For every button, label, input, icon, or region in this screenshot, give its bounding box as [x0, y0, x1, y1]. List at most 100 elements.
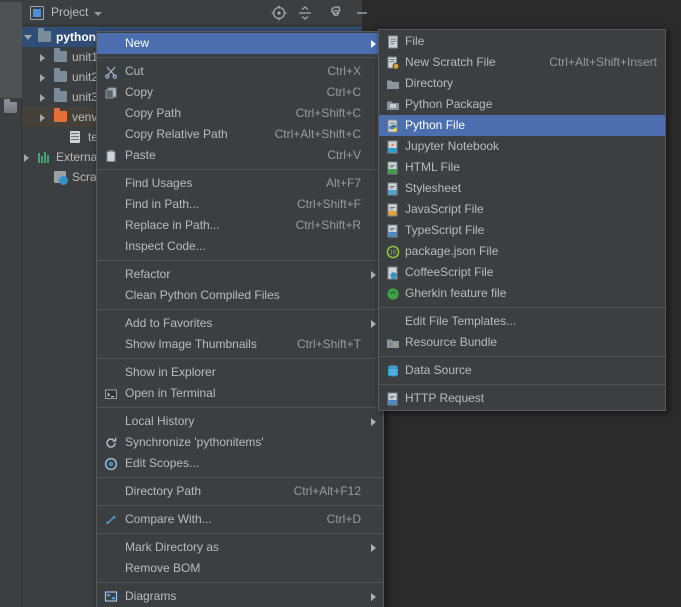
new-submenu[interactable]: FileNew Scratch FileCtrl+Alt+Shift+Inser… — [378, 29, 666, 411]
python-file-icon — [386, 119, 400, 133]
file-icon — [70, 131, 80, 143]
menu-item[interactable]: Show in Explorer — [97, 362, 383, 383]
menu-item[interactable]: HTML File — [379, 157, 665, 178]
menu-item-label: Synchronize 'pythonitems' — [125, 435, 264, 449]
menu-item[interactable]: CopyCtrl+C — [97, 82, 383, 103]
directory-icon — [386, 77, 400, 91]
menu-item[interactable]: Edit File Templates... — [379, 311, 665, 332]
menu-item-label: Copy Relative Path — [125, 127, 228, 141]
menu-item-shortcut: Ctrl+X — [327, 61, 361, 82]
tree-item-label: unit3 — [72, 87, 98, 107]
menu-item[interactable]: Edit Scopes... — [97, 453, 383, 474]
chevron-right-icon[interactable] — [40, 114, 45, 122]
coffee-icon — [386, 266, 400, 280]
css-icon — [386, 182, 400, 196]
menu-item[interactable]: Compare With...Ctrl+D — [97, 509, 383, 530]
menu-item[interactable]: New — [97, 33, 383, 54]
menu-item-label: Copy Path — [125, 106, 181, 120]
menu-item[interactable]: Add to Favorites — [97, 313, 383, 334]
menu-item[interactable]: Jupyter Notebook — [379, 136, 665, 157]
menu-item-label: Python File — [405, 118, 465, 132]
menu-item[interactable]: Find in Path...Ctrl+Shift+F — [97, 194, 383, 215]
chevron-right-icon[interactable] — [40, 74, 45, 82]
menu-item[interactable]: Show Image ThumbnailsCtrl+Shift+T — [97, 334, 383, 355]
menu-item-label: Find Usages — [125, 176, 192, 190]
menu-item[interactable]: Remove BOM — [97, 558, 383, 579]
menu-item[interactable]: Synchronize 'pythonitems' — [97, 432, 383, 453]
menu-item[interactable]: Refactor — [97, 264, 383, 285]
menu-item[interactable]: Python File — [379, 115, 665, 136]
menu-separator — [97, 260, 383, 261]
menu-item[interactable]: TypeScript File — [379, 220, 665, 241]
menu-item-label: Python Package — [405, 97, 492, 111]
menu-item[interactable]: HTTP Request — [379, 388, 665, 409]
menu-item[interactable]: CoffeeScript File — [379, 262, 665, 283]
menu-item-label: Data Source — [405, 363, 472, 377]
minimize-icon[interactable] — [353, 4, 371, 22]
menu-item-label: Copy — [125, 85, 153, 99]
menu-item-label: CoffeeScript File — [405, 265, 493, 279]
chevron-down-icon[interactable] — [24, 35, 32, 40]
menu-item-label: Add to Favorites — [125, 316, 212, 330]
menu-separator — [97, 407, 383, 408]
menu-item[interactable]: New Scratch FileCtrl+Alt+Shift+Insert — [379, 52, 665, 73]
html-icon — [386, 161, 400, 175]
menu-item-shortcut: Ctrl+Alt+Shift+Insert — [549, 52, 657, 73]
tree-item-label: unit1 — [72, 47, 98, 67]
collapse-all-icon[interactable] — [296, 4, 314, 22]
chevron-right-icon[interactable] — [24, 154, 29, 162]
menu-item[interactable]: File — [379, 31, 665, 52]
menu-item-shortcut: Ctrl+Alt+Shift+C — [275, 124, 361, 145]
menu-item[interactable]: Python Package — [379, 94, 665, 115]
menu-item[interactable]: Copy Relative Path Ctrl+Alt+Shift+C — [97, 124, 383, 145]
bundle-icon — [386, 336, 400, 350]
http-icon — [386, 392, 400, 406]
menu-item-label: Edit File Templates... — [405, 314, 516, 328]
menu-item-label: Jupyter Notebook — [405, 139, 499, 153]
menu-item[interactable]: Resource Bundle — [379, 332, 665, 353]
menu-item-label: Remove BOM — [125, 561, 200, 575]
structure-icon[interactable] — [4, 102, 17, 113]
menu-item[interactable]: Diagrams — [97, 586, 383, 607]
locate-icon[interactable] — [270, 4, 288, 22]
menu-separator — [379, 307, 665, 308]
menu-item[interactable]: Replace in Path...Ctrl+Shift+R — [97, 215, 383, 236]
menu-separator — [97, 582, 383, 583]
submenu-arrow-icon — [371, 418, 376, 426]
submenu-arrow-icon — [371, 593, 376, 601]
menu-item[interactable]: JSpackage.json File — [379, 241, 665, 262]
menu-item-label: Gherkin feature file — [405, 286, 506, 300]
menu-item[interactable]: Directory PathCtrl+Alt+F12 — [97, 481, 383, 502]
menu-item[interactable]: Copy PathCtrl+Shift+C — [97, 103, 383, 124]
menu-item[interactable]: Local History — [97, 411, 383, 432]
menu-item[interactable]: JavaScript File — [379, 199, 665, 220]
menu-item[interactable]: Find UsagesAlt+F7 — [97, 173, 383, 194]
gear-icon[interactable] — [327, 4, 345, 22]
chevron-down-icon[interactable] — [94, 12, 102, 16]
menu-item[interactable]: Directory — [379, 73, 665, 94]
menu-item[interactable]: Open in Terminal — [97, 383, 383, 404]
menu-item[interactable]: Inspect Code... — [97, 236, 383, 257]
js-icon — [386, 203, 400, 217]
pycharm-window: 1: Project Project — [0, 0, 681, 607]
menu-item[interactable]: Mark Directory as — [97, 537, 383, 558]
chevron-right-icon[interactable] — [40, 94, 45, 102]
menu-item-label: Directory Path — [125, 484, 201, 498]
menu-item[interactable]: CutCtrl+X — [97, 61, 383, 82]
chevron-right-icon[interactable] — [40, 54, 45, 62]
menu-item[interactable]: PasteCtrl+V — [97, 145, 383, 166]
menu-item[interactable]: Data Source — [379, 360, 665, 381]
compare-icon — [104, 513, 118, 527]
menu-item-label: Resource Bundle — [405, 335, 497, 349]
menu-item-label: Stylesheet — [405, 181, 461, 195]
gherkin-icon — [386, 287, 400, 301]
menu-item[interactable]: Gherkin feature file — [379, 283, 665, 304]
tool-tab-project[interactable]: 1: Project — [0, 2, 22, 98]
library-icon — [38, 151, 50, 163]
diagram-icon — [104, 590, 118, 604]
menu-item[interactable]: Clean Python Compiled Files — [97, 285, 383, 306]
menu-item[interactable]: Stylesheet — [379, 178, 665, 199]
context-menu[interactable]: New CutCtrl+XCopyCtrl+CCopy PathCtrl+Shif… — [96, 31, 384, 607]
folder-icon — [54, 51, 67, 62]
menu-item-shortcut: Ctrl+D — [327, 509, 361, 530]
